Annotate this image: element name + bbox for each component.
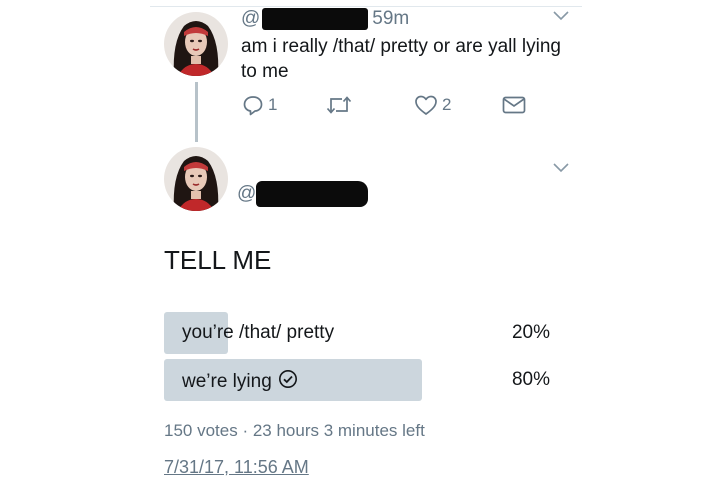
retweet-icon [326, 95, 352, 115]
reply-icon [242, 94, 264, 116]
redacted-name [256, 181, 369, 207]
avatar[interactable] [164, 12, 228, 76]
handle-prefix: @ [237, 183, 257, 204]
poll-percent: 20% [511, 322, 550, 343]
tweet-timestamp[interactable]: 7/31/17, 11:56 AM [164, 457, 309, 478]
dm-button[interactable] [502, 96, 526, 114]
retweet-button[interactable] [326, 95, 352, 115]
top-divider [150, 6, 582, 7]
tweet-header: @ [237, 181, 369, 207]
check-circle-icon [278, 369, 298, 395]
poll-percent: 80% [511, 369, 550, 390]
chevron-down-icon[interactable] [553, 163, 569, 173]
like-icon [414, 94, 438, 116]
tweet-text: am i really /that/ pretty or are yall ly… [241, 36, 561, 82]
poll-meta: 150 votes · 23 hours 3 minutes left [164, 421, 425, 440]
tweet-time[interactable]: 59m [372, 8, 409, 30]
poll-option-label: we’re lying [182, 369, 298, 395]
avatar[interactable] [164, 147, 228, 211]
poll-option-text: we’re lying [182, 371, 272, 392]
like-button[interactable]: 2 [414, 94, 451, 116]
thread-line [195, 82, 198, 142]
handle-prefix: @ [241, 8, 261, 29]
poll-option: you’re /that/ pretty 20% [164, 312, 556, 354]
poll-option-label: you’re /that/ pretty [182, 322, 334, 344]
tweet-header: @ 59m [241, 8, 409, 30]
poll-option-text: you’re /that/ pretty [182, 322, 335, 343]
redacted-handle [262, 8, 369, 30]
poll-option: we’re lying 80% [164, 359, 556, 401]
reply-count: 1 [268, 95, 278, 114]
tweet-text: TELL ME [164, 245, 272, 275]
like-count: 2 [442, 95, 452, 114]
dm-icon [502, 96, 526, 114]
chevron-down-icon[interactable] [553, 11, 569, 21]
reply-button[interactable]: 1 [242, 94, 277, 116]
